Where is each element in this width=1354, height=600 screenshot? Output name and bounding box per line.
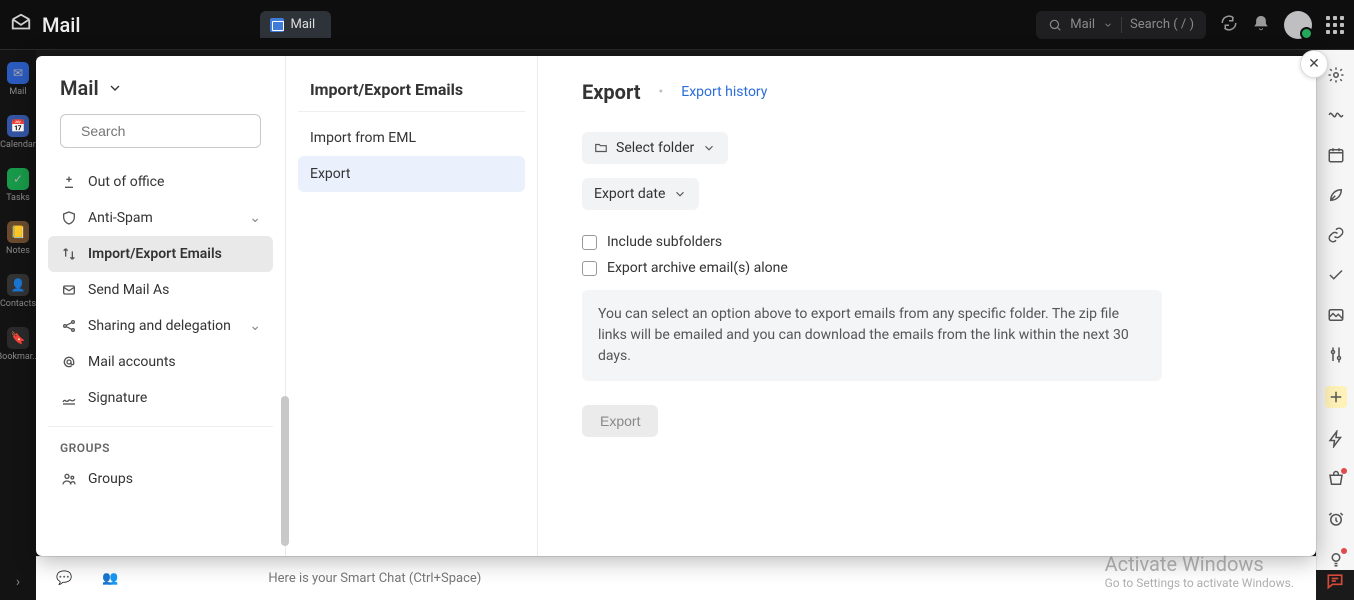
info-text: You can select an option above to export… [582, 290, 1162, 381]
rail-notes[interactable]: 📒Notes [6, 221, 30, 256]
rail-calendar[interactable]: 📅Calendar [0, 115, 36, 150]
subnav-import-eml[interactable]: Import from EML [298, 120, 525, 156]
setting-send-mail-as[interactable]: Send Mail As [48, 272, 273, 308]
image-icon[interactable] [1327, 306, 1345, 324]
wave-icon[interactable] [1327, 106, 1345, 124]
export-button[interactable]: Export [582, 405, 658, 437]
tab-mail[interactable]: Mail [260, 11, 331, 38]
chevron-down-icon[interactable] [107, 80, 123, 96]
leaf-icon[interactable] [1327, 186, 1345, 204]
checkbox-icon [582, 235, 597, 250]
link-icon[interactable] [1327, 226, 1345, 244]
setting-sharing[interactable]: Sharing and delegation ⌄ [48, 308, 273, 344]
setting-mail-accounts[interactable]: Mail accounts [48, 344, 273, 380]
setting-out-of-office[interactable]: Out of office [48, 164, 273, 200]
setting-groups[interactable]: Groups [48, 461, 273, 497]
export-date-dropdown[interactable]: Export date [582, 178, 699, 210]
export-history-link[interactable]: Export history [681, 84, 767, 100]
separator-dot: • [659, 84, 664, 100]
gear-icon[interactable] [1327, 66, 1345, 84]
settings-search-input[interactable] [81, 123, 262, 139]
subnav: Import/Export Emails Import from EML Exp… [286, 56, 538, 556]
check-icon[interactable] [1327, 266, 1345, 284]
plus-icon[interactable] [1325, 386, 1347, 408]
signature-icon [60, 389, 78, 407]
mail-tab-icon [270, 18, 284, 32]
shop-icon[interactable] [1327, 470, 1345, 488]
bell-icon[interactable] [1252, 14, 1270, 36]
groups-heading: GROUPS [48, 427, 273, 461]
right-rail [1316, 50, 1354, 570]
settings-title: Mail [60, 76, 99, 100]
avatar[interactable] [1284, 11, 1312, 39]
import-export-icon [60, 245, 78, 263]
chevron-down-icon: ⌄ [249, 318, 261, 334]
rail-mail[interactable]: ✉Mail [7, 62, 29, 97]
select-folder-dropdown[interactable]: Select folder [582, 132, 728, 164]
search-scope: Mail [1070, 17, 1095, 32]
rail-tasks[interactable]: ✓Tasks [6, 168, 30, 203]
chevron-down-icon: ⌄ [249, 210, 261, 226]
rail-contacts[interactable]: 👤Contacts [0, 274, 36, 309]
sliders-icon[interactable] [1327, 346, 1345, 364]
topbar: Mail Mail Mail Search ( / ) [0, 0, 1354, 50]
send-as-icon [60, 281, 78, 299]
chat-icon[interactable] [1320, 566, 1350, 596]
left-rail: ✉Mail 📅Calendar ✓Tasks 📒Notes 👤Contacts … [0, 50, 36, 600]
tab-label: Mail [290, 17, 315, 32]
sync-icon[interactable] [1220, 14, 1238, 36]
export-archive-checkbox[interactable]: Export archive email(s) alone [582, 260, 1272, 276]
include-subfolders-checkbox[interactable]: Include subfolders [582, 234, 1272, 250]
shield-icon [60, 209, 78, 227]
groups-icon [60, 470, 78, 488]
export-panel: Export • Export history Select folder Ex… [538, 56, 1316, 556]
search-placeholder: Search ( / ) [1130, 17, 1194, 32]
setting-import-export[interactable]: Import/Export Emails [48, 236, 273, 272]
calendar-icon[interactable] [1327, 146, 1345, 164]
scrollbar-thumb[interactable] [281, 396, 289, 546]
setting-signature[interactable]: Signature [48, 380, 273, 416]
close-button[interactable]: ✕ [1300, 50, 1328, 78]
activate-windows-watermark: Activate Windows Go to Settings to activ… [1105, 552, 1294, 590]
contacts-footer-icon[interactable]: 👥 [102, 571, 118, 586]
smart-chat-hint: Here is your Smart Chat (Ctrl+Space) [268, 571, 481, 586]
rail-bookmarks[interactable]: 🔖Bookmar... [0, 327, 39, 362]
chevron-down-icon [673, 187, 687, 201]
bolt-icon[interactable] [1327, 430, 1345, 448]
share-icon [60, 317, 78, 335]
settings-sidebar: Mail Out of office Anti-Spam ⌄ Import/Ex… [36, 56, 286, 556]
chevron-down-icon [702, 141, 716, 155]
rail-expand-icon[interactable]: › [16, 574, 20, 590]
settings-modal: ✕ Mail Out of office Anti-Spam ⌄ Import/… [36, 56, 1316, 556]
global-search[interactable]: Mail Search ( / ) [1036, 11, 1206, 39]
subnav-title: Import/Export Emails [298, 80, 525, 112]
settings-search[interactable] [60, 114, 261, 148]
folder-icon [594, 141, 608, 155]
checkbox-icon [582, 261, 597, 276]
chat-footer-icon[interactable]: 💬 [56, 571, 72, 586]
out-of-office-icon [60, 173, 78, 191]
app-title: Mail [42, 13, 80, 37]
clock-icon[interactable] [1327, 510, 1345, 528]
setting-anti-spam[interactable]: Anti-Spam ⌄ [48, 200, 273, 236]
at-icon [60, 353, 78, 371]
subnav-export[interactable]: Export [298, 156, 525, 192]
apps-grid-icon[interactable] [1326, 16, 1344, 34]
mail-logo-icon [10, 12, 32, 38]
panel-title: Export [582, 80, 641, 104]
